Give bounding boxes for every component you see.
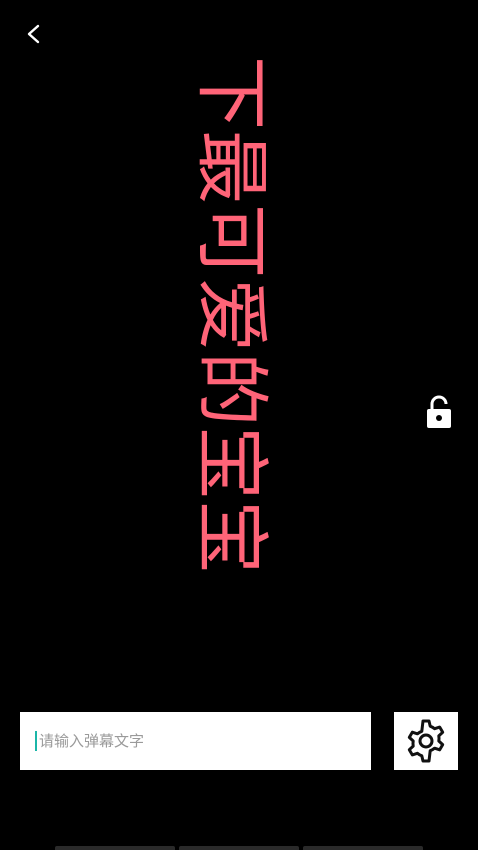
settings-button[interactable] <box>394 712 458 770</box>
danmaku-display: 下最可爱的宝宝 <box>179 10 283 620</box>
text-caret <box>35 731 37 751</box>
unlock-icon <box>427 395 451 428</box>
back-button[interactable] <box>14 14 54 54</box>
gear-icon <box>407 719 445 763</box>
lock-toggle-button[interactable] <box>422 394 456 430</box>
danmaku-text-input[interactable] <box>39 712 371 770</box>
danmaku-text: 下最可爱的宝宝 <box>188 56 274 574</box>
bottom-bar <box>55 846 423 850</box>
chevron-left-icon <box>27 24 40 44</box>
danmaku-input-container[interactable] <box>20 712 371 770</box>
